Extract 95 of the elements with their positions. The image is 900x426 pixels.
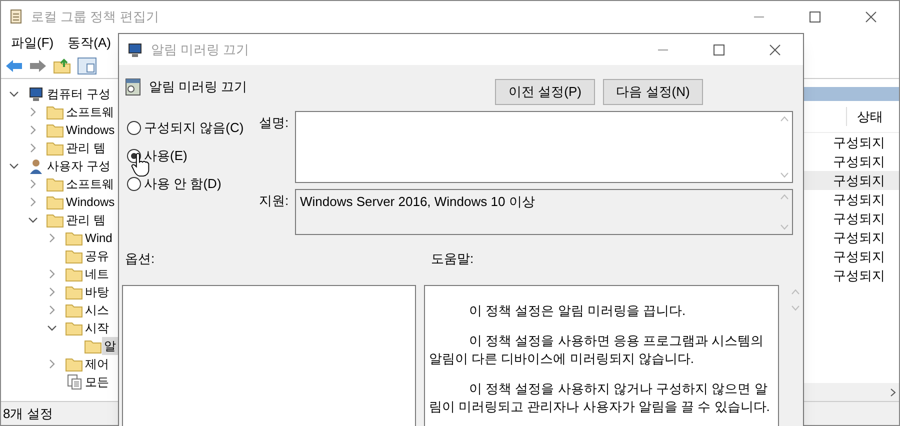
nav-button[interactable]: 이전 설정(P)	[495, 79, 595, 105]
chevron-right-icon[interactable]	[47, 269, 57, 279]
scroll-down-icon[interactable]	[780, 224, 788, 230]
tree-item[interactable]: 사용자 구성	[45, 157, 112, 175]
radio-label: 사용 안 함(D)	[144, 175, 222, 194]
tree-item[interactable]: 알	[102, 337, 118, 355]
tree-item[interactable]: 소프트웨	[64, 103, 116, 121]
computer-icon	[127, 42, 143, 58]
folder-icon	[46, 212, 64, 228]
tree-item[interactable]: 시스	[83, 301, 111, 319]
status-text: 구성되지	[833, 228, 885, 247]
menu-item[interactable]: 파일(F)	[11, 33, 54, 53]
folder-icon	[46, 140, 64, 156]
folder-icon	[65, 230, 83, 246]
status-text: 8개 설정	[3, 404, 53, 423]
tree-item[interactable]: 컴퓨터 구성	[45, 85, 112, 103]
status-text: 구성되지	[833, 152, 885, 171]
radio-label: 사용(E)	[144, 147, 188, 166]
window-title: 로컬 그룹 정책 편집기	[31, 8, 159, 26]
field-label: 설명:	[259, 114, 290, 132]
chevron-right-icon[interactable]	[47, 359, 57, 369]
scroll-up-icon[interactable]	[780, 116, 788, 122]
tree-item[interactable]: 공유	[83, 247, 111, 265]
chevron-right-icon[interactable]	[47, 305, 57, 315]
scroll-down-icon[interactable]	[790, 304, 800, 310]
folder-icon	[46, 122, 64, 138]
computer-icon	[28, 86, 44, 102]
close-icon[interactable]	[865, 11, 877, 23]
folder-icon	[46, 104, 64, 120]
folder-icon	[65, 248, 83, 264]
chevron-right-icon[interactable]	[28, 179, 38, 189]
help-paragraph: 이 정책 설정은 알림 미러링을 끕니다.	[468, 302, 687, 320]
tree-item[interactable]: 제어	[83, 355, 111, 373]
chevron-right-icon[interactable]	[28, 197, 38, 207]
tree-item[interactable]: 관리 템	[64, 211, 108, 229]
close-icon[interactable]	[769, 44, 781, 56]
maximize-icon[interactable]	[809, 11, 821, 23]
scroll-up-icon[interactable]	[790, 288, 800, 294]
tree-item[interactable]: 소프트웨	[64, 175, 116, 193]
section-label: 도움말:	[431, 250, 474, 268]
chevron-down-icon[interactable]	[47, 323, 57, 333]
radio-label: 구성되지 않음(C)	[144, 119, 244, 138]
scroll-up-icon[interactable]	[780, 194, 788, 200]
chevron-right-icon[interactable]	[47, 233, 57, 243]
folder-icon	[46, 194, 64, 210]
menu-item[interactable]: 동작(A)	[68, 33, 111, 53]
folder-up-icon[interactable]	[53, 58, 71, 74]
radio-button[interactable]	[127, 121, 141, 135]
tree-item[interactable]: 네트	[83, 265, 111, 283]
support-text: Windows Server 2016, Windows 10 이상	[299, 193, 535, 211]
status-text: 구성되지	[833, 210, 885, 228]
chevron-right-icon[interactable]	[28, 143, 38, 153]
tree-item[interactable]: Windows	[64, 121, 117, 139]
tree-item[interactable]: Windows	[64, 193, 117, 211]
folder-icon	[65, 284, 83, 300]
scroll-right-icon[interactable]	[890, 388, 896, 396]
comment-field[interactable]	[295, 111, 793, 183]
tree-item[interactable]: Wind	[83, 229, 114, 247]
chevron-right-icon[interactable]	[28, 107, 38, 117]
scroll-document-icon	[9, 9, 23, 25]
status-text: 구성되지	[833, 134, 885, 152]
chevron-right-icon[interactable]	[47, 287, 57, 297]
field-label: 지원:	[259, 192, 290, 210]
tree-item[interactable]: 시작	[83, 319, 111, 337]
help-paragraph: 이 정책 설정을 사용하지 않거나 구성하지 않으면 알림이 미러링되고 관리자나 사용자가 알림을 끌 수 있습니다.	[428, 380, 771, 416]
tree-item[interactable]: 모든	[83, 373, 111, 391]
policy-icon	[125, 78, 141, 96]
forward-arrow-icon[interactable]	[29, 58, 47, 72]
folder-icon	[84, 338, 102, 354]
tree-item[interactable]: 관리 템	[64, 139, 108, 157]
chevron-down-icon[interactable]	[9, 161, 19, 171]
dialog-title: 알림 미러링 끄기	[151, 40, 250, 59]
folder-icon	[65, 266, 83, 282]
policy-heading: 알림 미러링 끄기	[149, 78, 248, 96]
user-icon	[28, 158, 44, 174]
back-arrow-icon[interactable]	[5, 58, 23, 72]
document-icon	[66, 374, 82, 390]
chevron-right-icon[interactable]	[28, 125, 38, 135]
radio-button[interactable]	[127, 177, 141, 191]
panel-icon[interactable]	[77, 56, 97, 74]
tree-item[interactable]: 바탕	[83, 283, 111, 301]
chevron-down-icon[interactable]	[9, 89, 19, 99]
scroll-down-icon[interactable]	[780, 172, 788, 178]
nav-button[interactable]: 다음 설정(N)	[603, 79, 703, 105]
column-header[interactable]: 상태	[846, 106, 899, 126]
status-text: 구성되지	[833, 266, 885, 285]
folder-icon	[46, 176, 64, 192]
folder-icon	[65, 356, 83, 372]
help-paragraph: 이 정책 설정을 사용하면 응용 프로그램과 시스템의 알림이 다른 디바이스에 미러링되지 않습니다.	[428, 332, 765, 368]
folder-icon	[65, 320, 83, 336]
maximize-icon[interactable]	[713, 44, 725, 56]
chevron-down-icon[interactable]	[28, 215, 38, 225]
section-label: 옵션:	[125, 250, 156, 268]
folder-icon	[65, 302, 83, 318]
status-text: 구성되지	[833, 172, 885, 190]
